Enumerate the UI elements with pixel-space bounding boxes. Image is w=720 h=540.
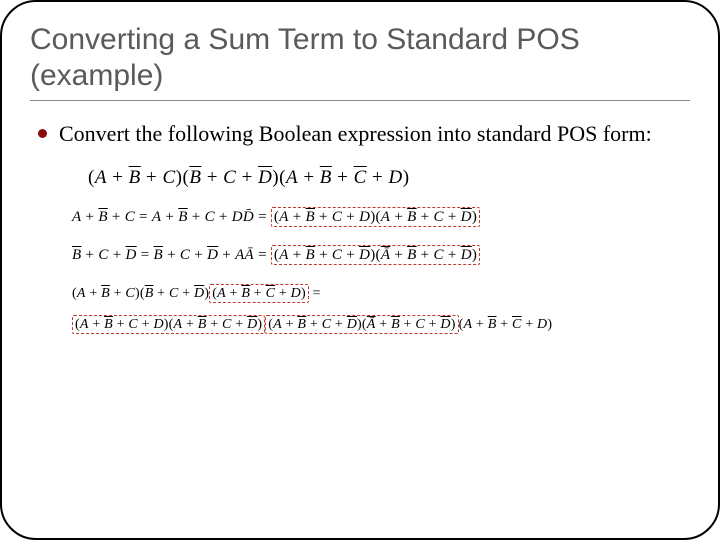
highlight-box: (A + B + C + D)(A + B + C + D) [271,207,480,227]
slide-frame: Converting a Sum Term to Standard POS (e… [0,0,720,540]
original-expression: (A + B + C)(B + C + D)(A + B + C + D) [88,167,690,189]
highlight-box: (A + B + C + D)(A + B + C + D) [72,315,265,334]
bullet-dot-icon [38,129,47,138]
step-2: B + C + D = B + C + D + AĀ = (A + B + C … [72,243,690,267]
highlight-box: (A + B + C + D)(Ā + B + C + D) [271,245,480,265]
final-line-1: (A + B + C)(B + C + D)(A + B + C + D) = [72,281,690,306]
highlight-box: (A + B + C + D) [209,284,309,303]
bullet-text: Convert the following Boolean expression… [59,119,652,149]
slide-title: Converting a Sum Term to Standard POS (e… [30,22,690,94]
bullet-item: Convert the following Boolean expression… [38,119,690,149]
highlight-box: (A + B + C + D)(Ā + B + C + D) [265,315,458,334]
final-line-2: (A + B + C + D)(A + B + C + D)(A + B + C… [72,312,690,337]
title-rule [30,100,690,101]
step-1: A + B + C = A + B + C + DD̄ = (A + B + C… [72,205,690,229]
